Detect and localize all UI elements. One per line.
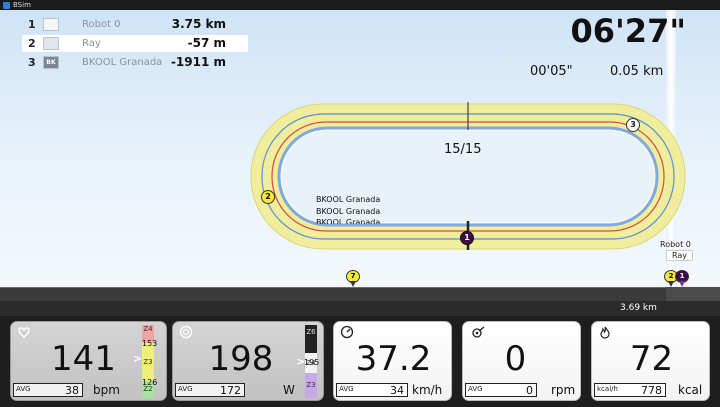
distance-bar	[0, 301, 720, 316]
calories-rate-box: kcal/h 778	[594, 383, 666, 397]
ranking-row-2[interactable]: 2 Ray -57 m	[22, 35, 248, 52]
lap-counter: 15/15	[444, 142, 482, 157]
rider-avatar	[43, 37, 59, 50]
robot-finish-label: Robot 0	[660, 240, 691, 249]
heart-avg-box: AVG 38	[13, 383, 83, 397]
rider-marker-2[interactable]: 2	[261, 190, 275, 204]
elapsed-timer: 06'27"	[570, 12, 686, 50]
ranking-distance: -57 m	[187, 36, 226, 50]
ranking-position: 3	[28, 56, 36, 69]
rider-label: BKOOL Granada	[316, 207, 381, 216]
power-unit: W	[283, 383, 295, 397]
ranking-row-3[interactable]: 3 BK BKOOL Granada -1911 m	[22, 54, 248, 71]
ranking-row-1[interactable]: 1 Robot 0 3.75 km	[22, 16, 248, 33]
speed-value: 37.2	[355, 339, 432, 379]
bkool-avatar: BK	[43, 56, 59, 69]
calories-footer: kcal/h 778 kcal	[594, 383, 707, 397]
ranking-position: 2	[28, 37, 36, 50]
zone-indicator-arrow: >	[296, 355, 306, 368]
calories-panel[interactable]: 72 kcal/h 778 kcal	[591, 321, 710, 401]
cadence-avg-box: AVG 0	[465, 383, 537, 397]
lap-time: 00'05"	[530, 64, 573, 79]
heart-icon	[18, 327, 30, 338]
ranking-position: 1	[28, 18, 36, 31]
ranking-name: Robot 0	[82, 19, 121, 30]
heart-footer: AVG 38 bpm	[13, 383, 164, 397]
ranking-name: Ray	[82, 38, 101, 49]
calories-value: 72	[629, 339, 674, 379]
ranking-name: BKOOL Granada	[82, 57, 163, 68]
ranking-distance: -1911 m	[170, 55, 226, 69]
speed-avg-box: AVG 34	[336, 383, 408, 397]
zone-upper-bound: 153	[142, 339, 158, 348]
zone-indicator-arrow: >	[133, 352, 143, 365]
window-titlebar: BSim	[0, 0, 720, 10]
calories-rate-value: 778	[641, 384, 662, 397]
power-value: 198	[208, 339, 274, 379]
rider-label: BKOOL Granada	[316, 195, 381, 204]
progress-fill	[0, 287, 666, 301]
power-zone-mark: 195	[304, 358, 320, 367]
app-icon	[3, 1, 10, 9]
flame-icon	[600, 326, 610, 339]
speed-footer: AVG 34 km/h	[336, 383, 449, 397]
heart-avg-value: 38	[65, 384, 79, 397]
speed-unit: km/h	[412, 383, 443, 397]
power-avg-box: AVG 172	[175, 383, 245, 397]
power-panel[interactable]: 198 Z6 Z4 Z3 195 > AVG 172 W	[172, 321, 324, 401]
cadence-footer: AVG 0 rpm	[465, 383, 578, 397]
cadence-avg-value: 0	[526, 384, 533, 397]
window-title: BSim	[13, 1, 31, 9]
total-distance: 3.69 km	[620, 303, 657, 313]
position-pin-1[interactable]: 1	[675, 270, 689, 288]
calories-unit: kcal	[678, 383, 703, 397]
position-pin-7[interactable]: 7	[346, 270, 360, 288]
rider-marker-3[interactable]: 3	[626, 118, 640, 132]
ranking-distance: 3.75 km	[171, 17, 226, 31]
cadence-panel[interactable]: 0 AVG 0 rpm	[462, 321, 581, 401]
rider-marker-1[interactable]: 1	[460, 231, 474, 245]
power-gauge-icon	[179, 325, 193, 339]
ray-finish-label: Ray	[666, 250, 694, 261]
heart-unit: bpm	[93, 383, 120, 397]
power-avg-value: 172	[220, 384, 241, 397]
heart-rate-panel[interactable]: 141 Z4 Z3 Z2 153 126 > AVG 38 bpm	[10, 321, 167, 401]
cadence-value: 0	[504, 339, 527, 379]
speed-panel[interactable]: 37.2 AVG 34 km/h	[333, 321, 452, 401]
lap-distance: 0.05 km	[610, 64, 664, 79]
speed-avg-value: 34	[390, 384, 404, 397]
rider-label: BKOOL Granada	[316, 218, 381, 224]
velodrome-track	[250, 102, 686, 250]
power-footer: AVG 172 W	[175, 383, 321, 397]
cadence-unit: rpm	[551, 383, 576, 397]
heart-rate-value: 141	[51, 339, 116, 379]
cadence-icon	[472, 326, 485, 338]
speedometer-icon	[340, 325, 354, 339]
rider-avatar	[43, 18, 59, 31]
